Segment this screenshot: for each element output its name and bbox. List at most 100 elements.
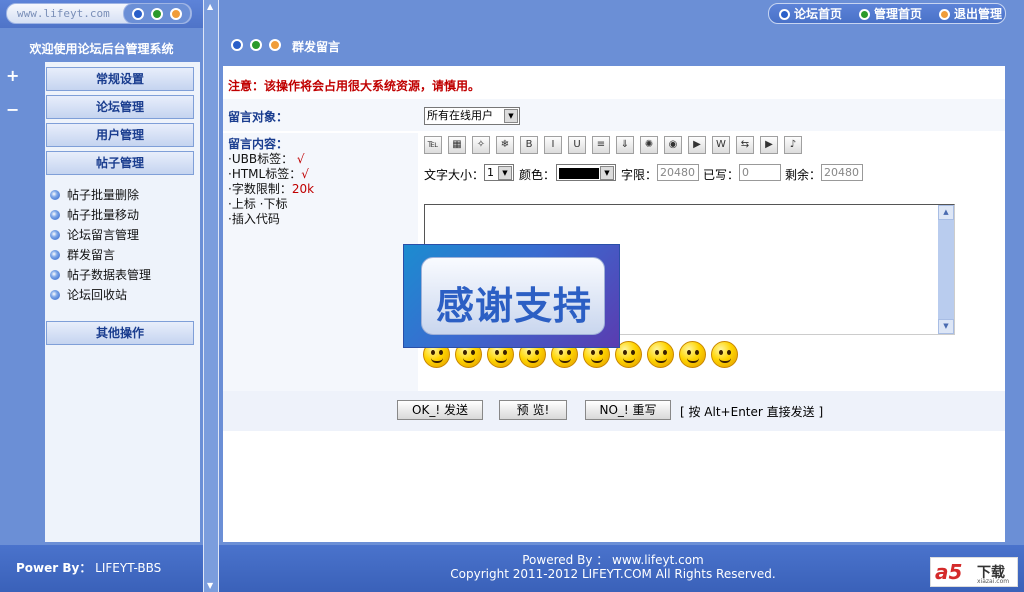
- blue-dot-icon: [779, 9, 790, 20]
- send-button[interactable]: OK_! 发送: [397, 400, 483, 420]
- download-icon[interactable]: ⇓: [616, 136, 634, 154]
- font-size-value: 1: [487, 166, 494, 179]
- smiley-icon[interactable]: [679, 341, 706, 368]
- left-sidebar: www.lifeyt.com 欢迎使用论坛后台管理系统 + − 常规设置 论坛管…: [0, 0, 203, 592]
- smiley-icon[interactable]: [647, 341, 674, 368]
- thanks-banner-text: 感谢支持: [435, 284, 592, 328]
- target-select-value: 所有在线用户: [427, 109, 493, 122]
- bullet-icon: [50, 230, 60, 240]
- sidebar-item-label: 论坛回收站: [67, 288, 128, 302]
- orange-dot-icon: [170, 8, 182, 20]
- center-icon[interactable]: ≡: [592, 136, 610, 154]
- flash-icon[interactable]: ✺: [640, 136, 658, 154]
- play-icon[interactable]: ▶: [688, 136, 706, 154]
- green-dot-icon: [250, 39, 262, 51]
- color-swatch: [559, 167, 599, 179]
- warning-text: 注意：该操作将会占用很大系统资源，请慎用。: [228, 79, 481, 93]
- green-dot-icon: [151, 8, 163, 20]
- menu-general-settings[interactable]: 常规设置: [46, 67, 194, 91]
- sidebar-item-batch-move[interactable]: 帖子批量移动: [50, 205, 151, 225]
- sidebar-item-post-table[interactable]: 帖子数据表管理: [50, 265, 151, 285]
- bullet-icon: [50, 250, 60, 260]
- window-dots: [123, 3, 191, 24]
- sidebar-item-recycle-bin[interactable]: 论坛回收站: [50, 285, 151, 305]
- sidebar-item-label: 帖子批量移动: [67, 208, 140, 222]
- web-icon[interactable]: W: [712, 136, 730, 154]
- limit-label: 字限：: [621, 168, 658, 182]
- smiley-icon[interactable]: [711, 341, 738, 368]
- media-icon[interactable]: ◉: [664, 136, 682, 154]
- scroll-up-icon[interactable]: ▲: [938, 205, 954, 220]
- content-info-column: 留言内容： ·UBB标签： √ ·HTML标签：√ ·字数限制：20k ·上标 …: [223, 133, 418, 391]
- site-url-pill: www.lifeyt.com: [6, 3, 192, 24]
- menu-forum-management[interactable]: 论坛管理: [46, 95, 194, 119]
- limit-field[interactable]: 20480: [657, 164, 699, 181]
- music-icon[interactable]: ▶: [760, 136, 778, 154]
- collapse-minus-icon[interactable]: −: [6, 102, 19, 118]
- logo-mark: a5: [935, 560, 963, 584]
- post-management-submenu: 帖子批量删除 帖子批量移动 论坛留言管理 群发留言 帖子数据表管理 论坛回收站: [50, 185, 151, 305]
- nav-label: 管理首页: [874, 7, 923, 21]
- sidebar-item-batch-delete[interactable]: 帖子批量删除: [50, 185, 151, 205]
- info-value: 20k: [291, 182, 315, 196]
- textarea-scrollbar[interactable]: ▲ ▼: [938, 205, 954, 334]
- page-title: 群发留言: [292, 40, 341, 54]
- menu-other-operations[interactable]: 其他操作: [46, 321, 194, 345]
- blue-dot-icon: [132, 8, 144, 20]
- color-label: 颜色：: [519, 168, 556, 182]
- scroll-down-icon[interactable]: ▼: [938, 319, 954, 334]
- underline-icon[interactable]: U: [568, 136, 586, 154]
- target-select[interactable]: 所有在线用户 ▼: [424, 107, 520, 125]
- footer-powered-by: Powered By ： www.lifeyt.com: [522, 553, 704, 567]
- orange-dot-icon: [269, 39, 281, 51]
- nav-label: 论坛首页: [794, 7, 843, 21]
- remaining-field[interactable]: 20480: [821, 164, 863, 181]
- scroll-up-icon[interactable]: ▲: [207, 2, 213, 11]
- image-icon[interactable]: ✧: [472, 136, 490, 154]
- sound-icon[interactable]: ♪: [784, 136, 802, 154]
- quote-icon[interactable]: ⇆: [736, 136, 754, 154]
- sidebar-item-label: 群发留言: [67, 248, 116, 262]
- color-select[interactable]: ▼: [556, 164, 616, 181]
- link-icon[interactable]: ❄: [496, 136, 514, 154]
- thanks-banner: 感谢支持: [403, 244, 620, 348]
- powered-by-text: Power By： LIFEYT-BBS: [16, 559, 161, 576]
- orange-dot-icon: [939, 9, 950, 20]
- nav-forum-home[interactable]: 论坛首页: [779, 5, 842, 22]
- info-label: ·字数限制：: [228, 182, 292, 196]
- info-value: √: [301, 167, 309, 181]
- format-icon[interactable]: ℡: [424, 136, 442, 154]
- bullet-icon: [50, 210, 60, 220]
- a5-download-logo: a5 下载 xiazai.com: [930, 557, 1018, 587]
- sidebar-item-mass-message[interactable]: 群发留言: [50, 245, 151, 265]
- info-value: √: [296, 152, 305, 166]
- bullet-icon: [50, 270, 60, 280]
- top-navigation: 论坛首页 管理首页 退出管理: [768, 3, 1006, 24]
- bold-alt-icon[interactable]: ▦: [448, 136, 466, 154]
- bold-icon[interactable]: B: [520, 136, 538, 154]
- panel-divider-scrollbar[interactable]: ▲ ▼: [203, 0, 219, 592]
- sidebar-item-label: 论坛留言管理: [67, 228, 140, 242]
- sidebar-footer: Power By： LIFEYT-BBS: [0, 545, 203, 592]
- target-label: 留言对象：: [228, 110, 289, 124]
- scroll-down-icon[interactable]: ▼: [207, 581, 213, 590]
- font-size-select[interactable]: 1 ▼: [484, 164, 514, 181]
- expand-plus-icon[interactable]: +: [6, 68, 19, 84]
- target-row: 留言对象： 所有在线用户 ▼: [223, 99, 1005, 131]
- sidebar-item-message-management[interactable]: 论坛留言管理: [50, 225, 151, 245]
- remaining-label: 剩余：: [785, 168, 822, 182]
- info-insert-code: ·插入代码: [228, 212, 280, 226]
- menu-user-management[interactable]: 用户管理: [46, 123, 194, 147]
- thanks-banner-card: 感谢支持: [421, 257, 605, 335]
- shortcut-hint: [ 按 Alt+Enter 直接发送 ]: [680, 405, 824, 419]
- page-footer: Powered By ： www.lifeyt.com Copyright 20…: [219, 545, 1024, 592]
- nav-admin-home[interactable]: 管理首页: [859, 5, 922, 22]
- reset-button[interactable]: NO_! 重写: [585, 400, 671, 420]
- written-field[interactable]: 0: [739, 164, 781, 181]
- menu-post-management[interactable]: 帖子管理: [46, 151, 194, 175]
- nav-label: 退出管理: [954, 7, 1003, 21]
- italic-icon[interactable]: I: [544, 136, 562, 154]
- nav-logout[interactable]: 退出管理: [939, 5, 1002, 22]
- main-panel: 论坛首页 管理首页 退出管理 群发留言 注意：该操作将会占用很大系统资源，请慎用…: [219, 0, 1024, 592]
- preview-button[interactable]: 预 览!: [499, 400, 567, 420]
